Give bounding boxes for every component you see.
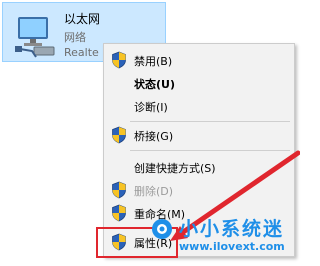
menu-item-label: 桥接(G) xyxy=(134,130,174,143)
uac-shield-icon xyxy=(112,126,126,144)
watermark-logo: 小小系统迷 www.ilovext.com xyxy=(148,213,290,253)
menu-item-bridge[interactable]: 桥接(G) xyxy=(104,124,294,146)
adapter-device: Realte xyxy=(64,46,99,59)
menu-item-label: 状态(U) xyxy=(134,78,175,91)
uac-shield-icon xyxy=(112,51,126,69)
menu-item-label: 禁用(B) xyxy=(134,55,173,68)
menu-item-label: 诊断(I) xyxy=(134,101,168,114)
menu-item-label: 删除(D) xyxy=(134,185,174,198)
menu-item-status[interactable]: 状态(U) xyxy=(104,72,294,94)
uac-shield-icon xyxy=(112,181,126,199)
adapter-status: 网络 xyxy=(64,31,86,44)
watermark-icon xyxy=(152,219,172,239)
uac-shield-icon xyxy=(112,204,126,222)
menu-item-disable[interactable]: 禁用(B) xyxy=(104,49,294,71)
menu-item-delete: 删除(D) xyxy=(104,179,294,201)
menu-item-create-shortcut[interactable]: 创建快捷方式(S) xyxy=(104,156,294,178)
menu-item-label: 创建快捷方式(S) xyxy=(134,162,216,175)
watermark-url: www.ilovext.com xyxy=(179,240,285,253)
adapter-name: 以太网 xyxy=(64,12,101,26)
menu-separator xyxy=(130,150,290,151)
menu-item-diagnose[interactable]: 诊断(I) xyxy=(104,95,294,117)
menu-separator xyxy=(130,121,290,122)
watermark-title: 小小系统迷 xyxy=(179,218,285,240)
network-adapter-icon xyxy=(15,17,55,58)
